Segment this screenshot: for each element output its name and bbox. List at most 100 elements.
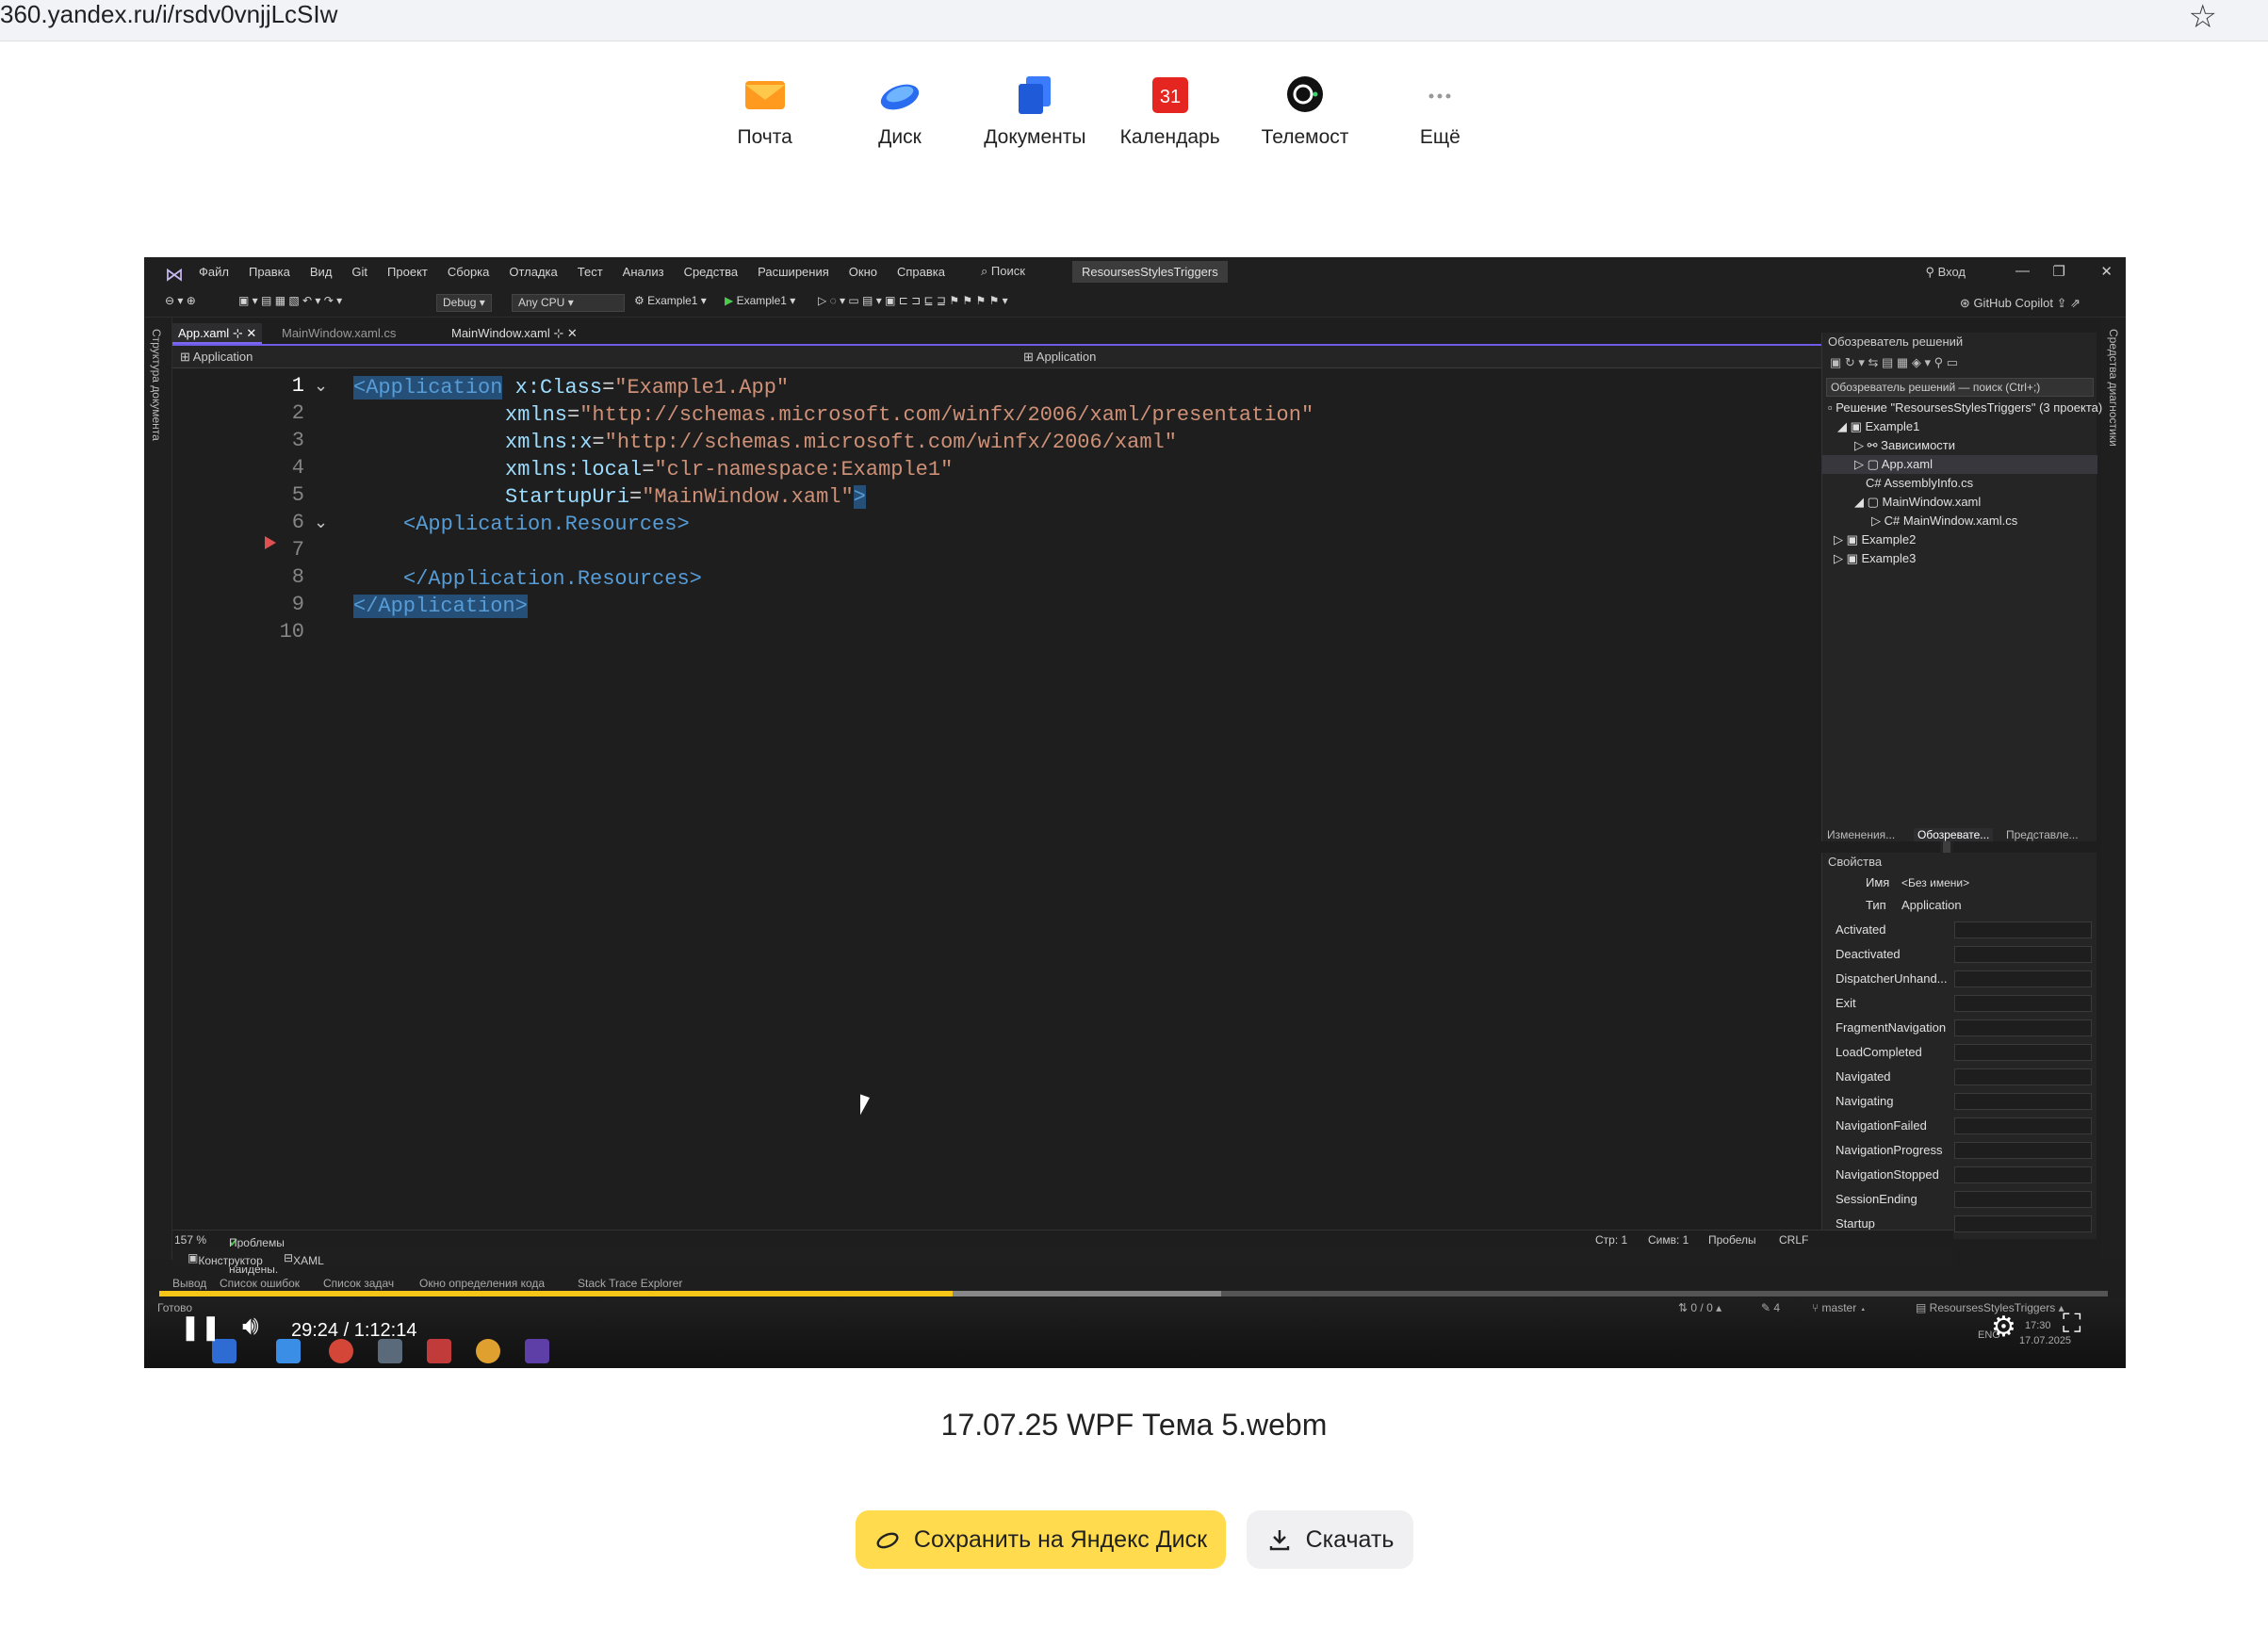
event-value: [1954, 1191, 2092, 1208]
event-value: [1954, 946, 2092, 963]
video-player[interactable]: ⋈ Файл Правка Вид Git Проект Сборка Отла…: [144, 257, 2126, 1368]
code-line: <Application.Resources>: [403, 511, 690, 538]
pause-icon[interactable]: ❚❚: [180, 1313, 221, 1342]
xaml-label: XAML: [293, 1254, 324, 1267]
event-row: LoadCompleted: [1822, 1041, 2097, 1064]
fullscreen-icon[interactable]: ⛶: [2063, 1309, 2081, 1340]
solution-tab: Представле...: [2006, 828, 2079, 841]
fold-chevron-icon: ⌄: [314, 376, 329, 395]
menu-item: Сборка: [447, 265, 490, 279]
url-text[interactable]: 360.yandex.ru/i/rsdv0vnjjLcSIw: [0, 0, 337, 28]
line-number: 1: [291, 374, 304, 398]
event-value: [1954, 1019, 2092, 1036]
tree-item: ▫ Решение "ResoursesStylesTriggers" (3 п…: [1828, 400, 2103, 415]
service-more[interactable]: Ещё: [1373, 68, 1508, 153]
code-token: <Application: [353, 376, 503, 400]
taskbar-chrome-icon: [476, 1339, 500, 1363]
event-label: Exit: [1836, 996, 1856, 1010]
pencil-status: ✎ 4: [1761, 1301, 1781, 1314]
service-documents[interactable]: Документы: [968, 68, 1102, 153]
event-row: Navigated: [1822, 1066, 2097, 1088]
code-navigation-bar: ⊞ Application ⊞ Application: [172, 346, 1946, 368]
service-telemost[interactable]: Телемост: [1237, 68, 1372, 153]
event-value: [1954, 995, 2092, 1012]
service-disk[interactable]: Диск: [832, 68, 967, 153]
menu-item: Правка: [248, 265, 290, 279]
code-line: <Application x:Class="Example1.App": [353, 374, 789, 401]
menu-item: Справка: [896, 265, 945, 279]
right-strip-label: Средства диагностики: [2107, 329, 2120, 447]
designer-label: Конструктор: [198, 1254, 263, 1267]
event-label: NavigationProgress: [1836, 1143, 1943, 1157]
restore-icon: ❐: [2052, 264, 2065, 280]
nav-left-label: Application: [192, 350, 253, 364]
github-copilot: ⊛ GitHub Copilot ⇪ ⇗: [1959, 296, 2080, 310]
ide-toolbar: ⊖ ▾ ⊕ ▣ ▾ ▤ ▦ ▧ ↶ ▾ ↷ ▾ Debug ▾ Any CPU …: [144, 287, 2126, 318]
startup-value: Example1: [647, 294, 698, 307]
mail-icon: [743, 73, 787, 117]
clock-time: 17:30: [2025, 1320, 2051, 1331]
left-strip: Структура документа: [144, 318, 172, 1260]
page: 360.yandex.ru/i/rsdv0vnjjLcSIw ☆ Почта Д…: [0, 0, 2268, 1647]
code-line: StartupUri="MainWindow.xaml">: [505, 483, 866, 511]
event-value: [1954, 1215, 2092, 1232]
left-strip-label: Структура документа: [150, 329, 163, 441]
menu-item: Тест: [577, 265, 603, 279]
event-row: Navigating: [1822, 1090, 2097, 1113]
download-icon: [1269, 1530, 1289, 1551]
service-label: Почта: [737, 126, 792, 148]
tree-item: ◢ ▣ Example1: [1837, 419, 1920, 433]
address-bar[interactable]: 360.yandex.ru/i/rsdv0vnjjLcSIw ☆: [0, 0, 2268, 41]
eol-indicator: CRLF: [1779, 1233, 1809, 1247]
breakpoint-marker-icon: [265, 536, 276, 549]
code-token: "Example1.App": [614, 376, 790, 400]
close-icon: ✕: [2100, 264, 2113, 280]
spaces-indicator: Пробелы: [1708, 1233, 1756, 1247]
prop-label: Имя: [1866, 875, 1890, 889]
solution-tabs: Изменения... Обозревате... Представле...: [1821, 824, 2097, 845]
code-text: <Application x:Class="Example1.App" xmln…: [353, 368, 1313, 618]
ide-search: ⌕ Поиск: [981, 264, 1025, 278]
save-to-disk-button[interactable]: Сохранить на Яндекс Диск: [856, 1510, 1226, 1569]
video-time: 29:24 / 1:12:14: [291, 1320, 417, 1341]
service-label: Диск: [878, 126, 922, 148]
event-row: Exit: [1822, 992, 2097, 1015]
ide-project-name: ResoursesStylesTriggers: [1072, 261, 1228, 283]
solution-tab: Изменения...: [1827, 828, 1896, 841]
startup-project: ⚙ Example1 ▾: [634, 294, 707, 307]
event-value: [1954, 1044, 2092, 1061]
disk-icon: [878, 73, 922, 117]
taskbar-app-icon: [378, 1339, 402, 1363]
volume-icon[interactable]: 🔊︎: [242, 1311, 259, 1342]
platform-value: Any CPU: [518, 296, 565, 309]
event-label: Deactivated: [1836, 947, 1901, 961]
tree-item: ◢ ▢ MainWindow.xaml: [1854, 495, 1982, 509]
settings-gear-icon[interactable]: ⚙: [1991, 1311, 2016, 1344]
code-token: "MainWindow.xaml": [642, 485, 854, 509]
taskbar-app-icon: [276, 1339, 301, 1363]
designer-bar: ▣ Конструктор ⊟ XAML: [172, 1248, 1953, 1267]
line-number: 6: [291, 511, 304, 534]
code-token: xmlns:x: [505, 431, 593, 454]
file-toolbar-icons: ▣ ▾ ▤ ▦ ▧ ↶ ▾ ↷ ▾: [238, 294, 343, 307]
debug-toolbar-icons: ▷ ◌ ▾ ▭ ▤ ▾ ▣ ⊏ ⊐ ⊑ ⊒ ⚑ ⚑ ⚑ ⚑ ▾: [818, 294, 1008, 307]
download-button[interactable]: Скачать: [1247, 1510, 1413, 1569]
documents-icon: [1013, 73, 1056, 117]
event-label: FragmentNavigation: [1836, 1020, 1947, 1035]
service-mail[interactable]: Почта: [697, 68, 832, 153]
code-token: </Application>: [353, 595, 528, 618]
video-progress-bar[interactable]: [159, 1291, 2108, 1296]
prop-name-row: Имя <Без имени>: [1822, 872, 2097, 894]
git-status: ⇅ 0 / 0 ▴: [1678, 1301, 1722, 1314]
tab-label: MainWindow.xaml.cs: [282, 326, 397, 340]
code-line: </Application.Resources>: [403, 565, 702, 593]
event-label: Activated: [1836, 922, 1886, 937]
zoom-level: 157 %: [174, 1233, 207, 1247]
tree-label: Зависимости: [1881, 438, 1956, 452]
event-value: [1954, 1117, 2092, 1134]
service-calendar[interactable]: 31 Календарь: [1102, 68, 1237, 153]
bookmark-star-icon[interactable]: ☆: [2189, 0, 2217, 36]
tree-label: Example2: [1861, 532, 1917, 546]
designer-tab: ▣ Конструктор: [188, 1251, 263, 1267]
ide-login: ⚲ Вход: [1925, 265, 1966, 279]
